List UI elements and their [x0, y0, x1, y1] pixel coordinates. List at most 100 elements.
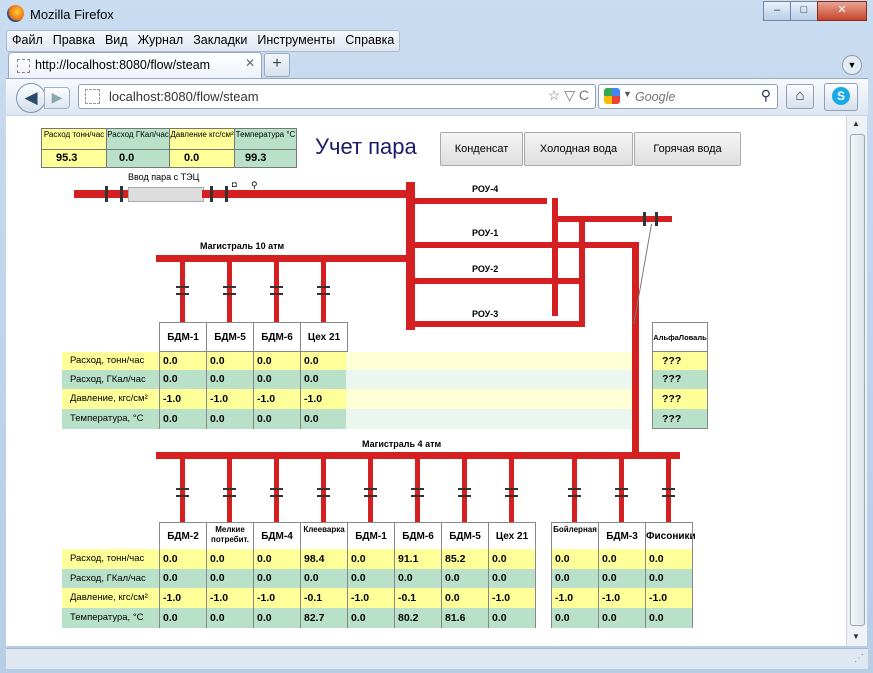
bottom-row-label-pressure: Давление, кгс/см² [62, 588, 160, 608]
branch-flange [614, 488, 628, 497]
back-button[interactable]: ◀ [16, 83, 46, 113]
new-tab-button[interactable]: + [264, 53, 290, 77]
branch-flange [661, 488, 675, 497]
menu-edit[interactable]: Правка [48, 31, 100, 47]
table-divider [206, 522, 207, 628]
menu-bar: Файл Правка Вид Журнал Закладки Инструменты Сп… [6, 30, 401, 52]
url-input[interactable] [107, 87, 531, 106]
search-icon[interactable]: ⚲ [761, 87, 771, 104]
bottom-consumer-value: -1.0 [598, 588, 645, 608]
cold-water-button[interactable]: Холодная вода [524, 132, 633, 166]
skype-button[interactable]: S [824, 83, 858, 111]
bottom-consumer-value: -1.0 [159, 588, 206, 608]
scroll-thumb[interactable] [850, 134, 865, 626]
bottom-consumer-header: Бойлерная [551, 522, 599, 550]
firefox-logo-icon [7, 5, 24, 22]
bottom-consumer-value: -1.0 [253, 588, 300, 608]
forward-button[interactable]: ▶ [44, 87, 70, 109]
top-consumer-value: 0.0 [253, 370, 300, 389]
vertical-scrollbar[interactable]: ▲ ▼ [846, 116, 867, 646]
down-pipe-right [632, 242, 639, 452]
bottom-consumer-value: 0.0 [347, 549, 394, 569]
url-bar-icons[interactable]: ☆ ▽ C [548, 87, 589, 104]
url-bar[interactable]: ☆ ▽ C [78, 84, 596, 109]
vertical-pipe-b [579, 216, 585, 326]
tabs-list-icon[interactable]: ▼ [842, 55, 862, 75]
bottom-consumer-value: 0.0 [551, 569, 598, 588]
summary-value-temp: 99.3 [234, 149, 297, 168]
bottom-consumer-value: 0.0 [300, 569, 347, 588]
top-consumer-value: 0.0 [206, 370, 253, 389]
table-divider [253, 522, 254, 628]
bottom-consumer-value: -1.0 [347, 588, 394, 608]
tab-close-icon[interactable]: ✕ [245, 56, 255, 70]
menu-file[interactable]: Файл [7, 31, 48, 47]
menu-bookmarks[interactable]: Закладки [188, 31, 252, 47]
google-icon[interactable] [604, 88, 620, 104]
page-content: Расход тонн/час Расход ГКал/час Давление… [6, 116, 846, 646]
menu-view[interactable]: Вид [100, 31, 133, 47]
rou2-pipe [415, 278, 585, 284]
bottom-consumer-header: Клееварка [300, 522, 348, 550]
rou4-label: РОУ-4 [472, 184, 499, 194]
scroll-up-icon[interactable]: ▲ [852, 119, 860, 128]
table-divider [347, 522, 348, 628]
search-engine-dropdown-icon[interactable]: ▼ [623, 89, 632, 99]
menu-history[interactable]: Журнал [133, 31, 189, 47]
menu-tools[interactable]: Инструменты [252, 31, 340, 47]
branch-flange [410, 488, 424, 497]
browser-tab[interactable]: http://localhost:8080/flow/steam ✕ [8, 52, 262, 78]
inlet-label: Ввод пара с ТЭЦ [128, 172, 200, 182]
branch-flange [363, 488, 377, 497]
condensate-button[interactable]: Конденсат [440, 132, 523, 166]
top-row-label-flow-t: Расход, тонн/час [62, 352, 160, 370]
rou3-label: РОУ-3 [472, 309, 499, 319]
bottom-consumer-value: 91.1 [394, 549, 441, 569]
home-button[interactable]: ⌂ [786, 84, 814, 109]
main10-pipe [156, 255, 408, 262]
branch-flange [316, 286, 330, 295]
site-identity-icon[interactable] [85, 89, 100, 104]
bottom-consumer-value: 0.0 [551, 549, 598, 569]
top-row-label-flow-gcal: Расход, ГКал/час [62, 370, 160, 389]
bottom-row-label-temp: Температура, °С [62, 608, 160, 628]
table-divider [206, 322, 207, 429]
resize-grip-icon[interactable]: ⋰ [854, 653, 864, 664]
top-consumer-value: 0.0 [206, 409, 253, 429]
bottom-consumer-value: 98.4 [300, 549, 347, 569]
rou2-label: РОУ-2 [472, 264, 499, 274]
rou3-pipe [415, 321, 585, 327]
bottom-consumer-value: 0.0 [253, 569, 300, 588]
table-divider [300, 322, 301, 429]
scroll-down-icon[interactable]: ▼ [852, 632, 860, 641]
title-bar: Mozilla Firefox – □ ✕ [0, 0, 873, 28]
bottom-consumer-value: 0.0 [441, 588, 488, 608]
bottom-consumer-value: 80.2 [394, 608, 441, 628]
top-consumer-header: БДМ-5 [206, 322, 254, 352]
menu-help[interactable]: Справка [340, 31, 399, 47]
close-button[interactable]: ✕ [817, 1, 867, 21]
bottom-row-label-flow-gcal: Расход, ГКал/час [62, 569, 160, 588]
table-divider [645, 522, 646, 628]
bottom-consumer-value: 0.0 [645, 549, 692, 569]
bottom-consumer-value: 85.2 [441, 549, 488, 569]
hot-water-button[interactable]: Горячая вода [634, 132, 741, 166]
table-divider [535, 522, 536, 628]
bottom-consumer-value: 0.0 [206, 549, 253, 569]
summary-header-flow-t: Расход тонн/час [41, 128, 107, 150]
bottom-consumer-header: БДМ-5 [441, 522, 489, 550]
bottom-consumer-header: БДМ-3 [598, 522, 646, 550]
table-divider [394, 522, 395, 628]
search-input[interactable] [633, 88, 747, 106]
summary-value-flow-t: 95.3 [41, 149, 107, 168]
search-bar[interactable]: ▼ ⚲ [598, 84, 778, 109]
summary-header-pressure: Давление кгс/см² [169, 128, 235, 150]
top-consumer-value: 0.0 [300, 409, 347, 429]
table-divider [551, 522, 552, 628]
bottom-consumer-value: 0.0 [206, 608, 253, 628]
bottom-consumer-header: Мелкие потребит. [206, 522, 254, 550]
maximize-button[interactable]: □ [790, 1, 818, 21]
minimize-button[interactable]: – [763, 1, 791, 21]
bottom-consumer-value: 0.0 [488, 608, 535, 628]
bottom-consumer-value: 0.0 [598, 549, 645, 569]
